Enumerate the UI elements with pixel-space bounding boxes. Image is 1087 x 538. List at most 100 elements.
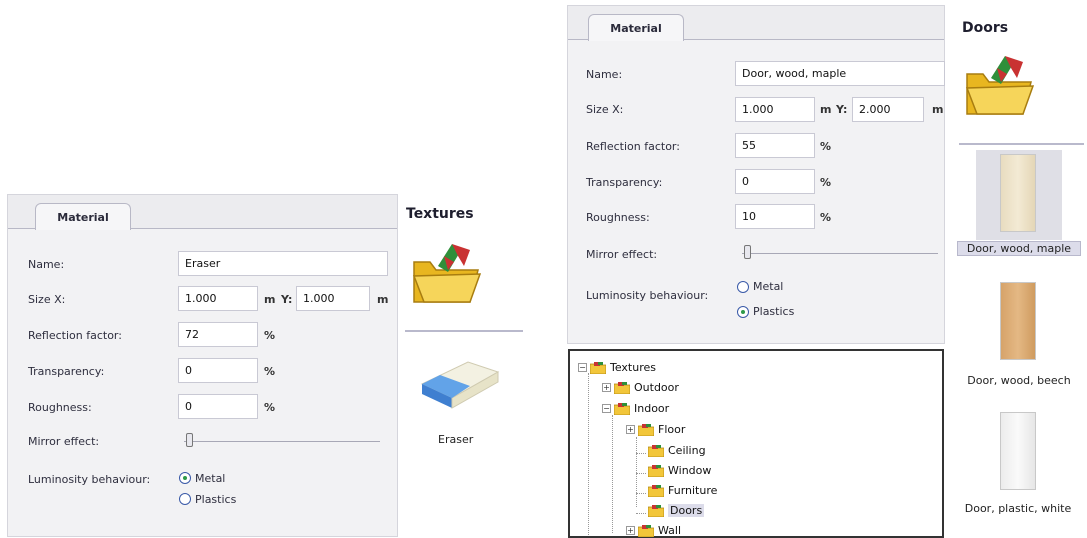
right-transparency-field[interactable]: 0 [735,169,815,194]
left-transparency-label: Transparency: [28,365,105,378]
right-size-x-field[interactable]: 1.000 [735,97,815,122]
folder-icon [647,464,665,477]
left-size-y-label: Y: [281,293,293,306]
right-tab-material[interactable]: Material [588,14,684,41]
tree-node-floor[interactable]: + Floor [626,423,685,436]
left-transparency-field[interactable]: 0 [178,358,258,383]
right-size-y-label: Y: [836,103,848,116]
folder-icon [613,381,631,394]
left-mirror-label: Mirror effect: [28,435,100,448]
left-radio-metal-label[interactable]: Metal [195,472,225,485]
right-reflection-unit: % [820,140,832,153]
left-transparency-unit: % [264,365,276,378]
folder-icon[interactable] [961,48,1037,124]
expand-icon[interactable]: + [626,526,635,535]
tree-label-textures: Textures [610,361,656,374]
door-beech-image [1000,282,1036,360]
folder-icon [647,484,665,497]
collapse-icon[interactable]: − [602,404,611,413]
tree-node-wall[interactable]: + Wall [626,524,681,537]
right-radio-metal[interactable] [737,281,749,293]
expand-icon[interactable]: + [602,383,611,392]
door-white-image [1000,412,1036,490]
collapse-icon[interactable]: − [578,363,587,372]
right-mirror-slider-track[interactable] [742,253,938,254]
left-item-caption[interactable]: Eraser [438,433,473,446]
folder-icon [647,444,665,457]
tree-node-doors[interactable]: Doors [647,504,705,517]
right-name-label: Name: [586,68,623,81]
left-size-y-field[interactable]: 1.000 [296,286,370,311]
left-name-label: Name: [28,258,65,271]
right-mirror-slider-thumb[interactable] [744,245,751,259]
left-size-label: Size X: [28,293,66,306]
left-sidebar-title: Textures [406,206,474,222]
right-roughness-field[interactable]: 10 [735,204,815,229]
door-maple-image [1000,154,1036,232]
left-size-y-unit: m [377,293,389,306]
tree-node-furniture[interactable]: Furniture [647,484,718,497]
right-sidebar-title: Doors [962,20,1009,36]
left-radio-plastics-label[interactable]: Plastics [195,493,236,506]
texture-tree[interactable]: − Textures + Outdoor − Indoor + Floor Ce… [568,349,944,538]
right-roughness-unit: % [820,211,832,224]
left-roughness-label: Roughness: [28,401,92,414]
right-radio-plastics[interactable] [737,306,749,318]
tree-label-doors: Doors [668,504,705,517]
right-reflection-field[interactable]: 55 [735,133,815,158]
left-size-x-field[interactable]: 1.000 [178,286,258,311]
left-name-field[interactable]: Eraser [178,251,388,276]
folder-icon [613,402,631,415]
right-radio-metal-label[interactable]: Metal [753,280,783,293]
left-roughness-unit: % [264,401,276,414]
left-tab-material[interactable]: Material [35,203,131,230]
left-reflection-unit: % [264,329,276,342]
expand-icon[interactable]: + [626,425,635,434]
tree-node-indoor[interactable]: − Indoor [602,402,669,415]
left-reflection-label: Reflection factor: [28,329,122,342]
left-radio-metal[interactable] [179,472,191,484]
right-transparency-label: Transparency: [586,176,663,189]
left-roughness-field[interactable]: 0 [178,394,258,419]
folder-icon [637,524,655,537]
tree-label-furniture: Furniture [668,484,718,497]
door-caption-maple[interactable]: Door, wood, maple [957,241,1081,256]
door-tile-white[interactable] [980,410,1060,496]
tree-node-ceiling[interactable]: Ceiling [647,444,706,457]
right-reflection-label: Reflection factor: [586,140,680,153]
right-size-y-field[interactable]: 2.000 [852,97,924,122]
tree-label-ceiling: Ceiling [668,444,706,457]
tree-node-window[interactable]: Window [647,464,712,477]
right-size-x-unit: m [820,103,832,116]
right-name-field[interactable]: Door, wood, maple [735,61,945,86]
tree-label-wall: Wall [658,524,682,537]
door-caption-beech[interactable]: Door, wood, beech [957,374,1081,387]
right-material-panel: Material Name: Door, wood, maple Size X:… [567,5,945,344]
tree-node-textures[interactable]: − Textures [578,361,656,374]
door-tile-maple[interactable] [976,150,1062,240]
left-radio-plastics[interactable] [179,493,191,505]
tree-label-outdoor: Outdoor [634,381,679,394]
right-radio-plastics-label[interactable]: Plastics [753,305,794,318]
door-caption-white[interactable]: Door, plastic, white [954,502,1082,515]
tree-label-floor: Floor [658,423,686,436]
left-tab-bar: Material [8,195,397,230]
eraser-icon[interactable] [416,356,504,412]
folder-icon [589,361,607,374]
left-mirror-slider-thumb[interactable] [186,433,193,447]
door-tile-beech[interactable] [980,280,1060,366]
tree-label-window: Window [668,464,712,477]
left-mirror-slider-track[interactable] [184,441,380,442]
left-material-panel: Material Name: Eraser Size X: 1.000 m Y:… [7,194,398,537]
left-reflection-field[interactable]: 72 [178,322,258,347]
tree-label-indoor: Indoor [634,402,670,415]
right-tab-bar: Material [568,6,944,41]
folder-icon [647,504,665,517]
folder-icon[interactable] [408,236,484,312]
folder-icon [637,423,655,436]
left-size-x-unit: m [264,293,276,306]
right-luminosity-label: Luminosity behaviour: [586,289,709,302]
right-transparency-unit: % [820,176,832,189]
tree-node-outdoor[interactable]: + Outdoor [602,381,679,394]
right-sidebar-separator [959,143,1084,145]
